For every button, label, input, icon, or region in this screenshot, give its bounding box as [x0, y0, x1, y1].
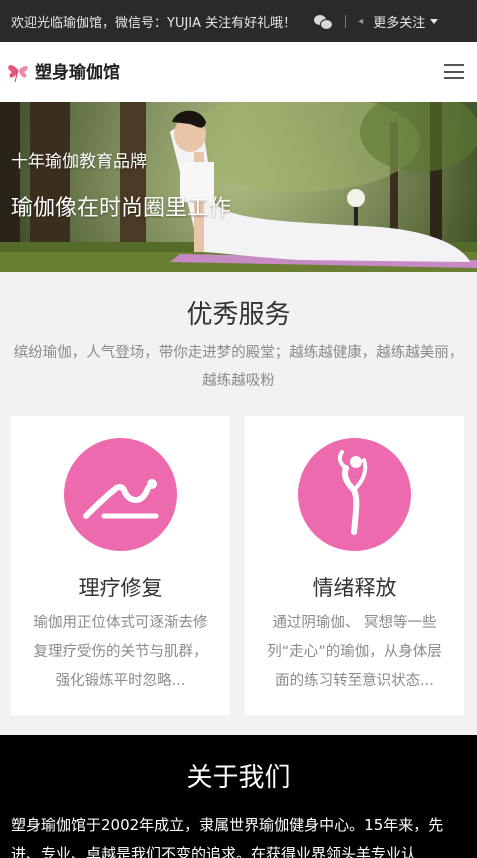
services-title: 优秀服务 — [186, 300, 291, 330]
service-card[interactable]: 理疗修复 瑜伽用正位体式可逐渐去修复理疗受伤的关节与肌群，强化锻炼平时忽略... — [11, 416, 230, 715]
card-text: 瑜伽用正位体式可逐渐去修复理疗受伤的关节与肌群，强化锻炼平时忽略... — [33, 615, 208, 689]
about-title: 关于我们 — [186, 763, 291, 793]
card-title: 理疗修复 — [78, 576, 163, 600]
hero-image — [0, 102, 477, 272]
more-follow-dropdown[interactable]: 更多关注 — [373, 12, 439, 31]
hero-subtitle: 十年瑜伽教育品牌 — [11, 152, 147, 172]
yoga-pose-icon — [298, 438, 411, 551]
yoga-stretch-icon — [64, 438, 177, 551]
about-text: 塑身瑜伽馆于2002年成立，隶属世界瑜伽健身中心。15年来，先进、专业、卓越是我… — [11, 816, 444, 858]
more-follow-label: 更多关注 — [373, 15, 426, 31]
site-header: 塑身瑜伽馆 — [0, 42, 477, 102]
welcome-text: 欢迎光临瑜伽馆，微信号：YUJIA 关注有好礼哦！ — [11, 15, 297, 31]
about-section: 关于我们 塑身瑜伽馆于2002年成立，隶属世界瑜伽健身中心。15年来，先进、专业… — [0, 735, 477, 858]
divider — [345, 14, 347, 28]
weibo-icon[interactable]: ◂ — [358, 16, 363, 27]
top-bar: 欢迎光临瑜伽馆，微信号：YUJIA 关注有好礼哦！ ◂ 更多关注 — [0, 0, 477, 42]
logo-text: 塑身瑜伽馆 — [35, 62, 120, 83]
services-description: 缤纷瑜伽，人气登场，带你走进梦的殿堂；越练越健康，越练越美丽，越练越吸粉 — [13, 345, 464, 389]
wechat-icon[interactable] — [314, 14, 334, 30]
logo[interactable]: 塑身瑜伽馆 — [6, 56, 120, 84]
hamburger-menu-icon[interactable] — [444, 64, 464, 79]
hero-title: 瑜伽像在时尚圈里工作 — [11, 196, 232, 221]
hero-banner[interactable]: 十年瑜伽教育品牌 瑜伽像在时尚圈里工作 — [0, 102, 477, 272]
caret-down-icon — [430, 18, 439, 24]
butterfly-logo-icon — [6, 56, 32, 84]
card-text: 通过阴瑜伽、 冥想等一些列“走心”的瑜伽，从身体层面的练习转至意识状态... — [267, 615, 442, 689]
services-section: 优秀服务 缤纷瑜伽，人气登场，带你走进梦的殿堂；越练越健康，越练越美丽，越练越吸… — [0, 272, 477, 735]
service-card[interactable]: 情绪释放 通过阴瑜伽、 冥想等一些列“走心”的瑜伽，从身体层面的练习转至意识状态… — [245, 416, 464, 715]
card-title: 情绪释放 — [312, 576, 397, 600]
